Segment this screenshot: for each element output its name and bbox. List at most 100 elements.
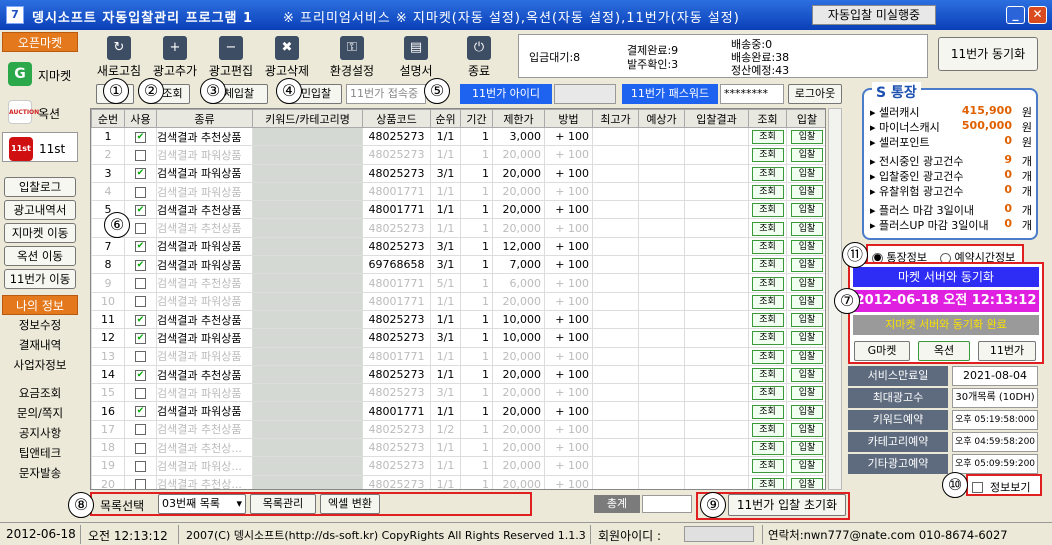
link-inquiry[interactable]: 문의/쪽지 <box>2 403 78 423</box>
row-query[interactable]: 조회 <box>748 291 787 311</box>
table-row[interactable]: 14 ✔ 검색결과 추천상품 48025273 1/1 1 20,000 + 100 조회 입찰 <box>91 364 825 385</box>
use-checkbox[interactable] <box>124 438 157 458</box>
table-row[interactable]: 8 ✔ 검색결과 파워상품 69768658 3/1 1 7,000 + 100 조회 입찰 <box>91 255 825 275</box>
title-bar[interactable]: 7 뎅시소프트 자동입찰관리 프로그램 1 ※ 프리미엄서비스 ※ 지마켓(자동… <box>0 0 1052 30</box>
settings-button[interactable]: ⚿ 환경설정 <box>323 34 381 80</box>
link-notice[interactable]: 공지사항 <box>2 423 78 443</box>
link-sms[interactable]: 문자발송 <box>2 463 78 483</box>
table-row[interactable]: 17 검색결과 추천상품 48025273 1/2 1 20,000 + 100 조회 입찰 <box>91 419 825 440</box>
row-query[interactable]: 조회 <box>748 474 787 489</box>
market-gmarket[interactable]: G 지마켓 <box>2 58 78 90</box>
row-query[interactable]: 조회 <box>748 163 787 183</box>
row-bid-button[interactable]: 입찰 <box>791 349 823 364</box>
checkbox-icon[interactable] <box>135 186 146 198</box>
list-select-dropdown[interactable]: 03번째 목록 ▾ <box>158 494 246 514</box>
row-query[interactable]: 조회 <box>748 401 787 421</box>
market-11st[interactable]: 11st 11st <box>2 132 78 162</box>
use-checkbox[interactable] <box>124 346 157 366</box>
link-edit-info[interactable]: 정보수정 <box>2 315 78 335</box>
column-header[interactable]: 최고가 <box>592 109 639 128</box>
row-query[interactable]: 조회 <box>748 346 787 366</box>
link-fee-query[interactable]: 요금조회 <box>2 383 78 403</box>
use-checkbox[interactable] <box>124 273 157 293</box>
row-bid-button[interactable]: 입찰 <box>791 130 823 145</box>
row-bid-button[interactable]: 입찰 <box>791 368 823 382</box>
checkbox-checked-icon[interactable]: ✔ <box>135 369 146 381</box>
row-query-button[interactable]: 조회 <box>751 130 784 145</box>
row-bid[interactable]: 입찰 <box>786 328 825 348</box>
use-checkbox[interactable]: ✔ <box>124 236 157 257</box>
row-bid-button[interactable]: 입찰 <box>791 294 823 309</box>
info-toggle[interactable]: 정보보기 <box>966 474 1042 496</box>
row-query[interactable]: 조회 <box>748 438 787 458</box>
table-row[interactable]: 1 ✔ 검색결과 추천상품 48025273 1/1 1 3,000 + 100 조회 입찰 <box>91 126 825 147</box>
row-bid-button[interactable]: 입찰 <box>791 221 823 236</box>
delete-ad-button[interactable]: ✖ 광고삭제 <box>258 34 316 80</box>
table-row[interactable]: 18 검색결과 추천상... 48025273 1/1 1 20,000 + 100 조회 입찰 <box>91 438 825 458</box>
row-bid-button[interactable]: 입찰 <box>791 422 823 437</box>
checkbox-checked-icon[interactable]: ✔ <box>135 406 146 418</box>
row-bid[interactable]: 입찰 <box>786 145 825 165</box>
row-bid[interactable]: 입찰 <box>786 438 825 458</box>
row-bid[interactable]: 입찰 <box>786 236 825 257</box>
row-bid[interactable]: 입찰 <box>786 181 825 202</box>
refresh-button[interactable]: ↻ 새로고침 <box>90 34 148 80</box>
row-query-button[interactable]: 조회 <box>751 185 784 200</box>
use-checkbox[interactable]: ✔ <box>124 126 157 147</box>
row-query-button[interactable]: 조회 <box>751 203 784 218</box>
row-query[interactable]: 조회 <box>748 456 787 476</box>
table-row[interactable]: 7 ✔ 검색결과 파워상품 48025273 3/1 1 12,000 + 100 조회 입찰 <box>91 236 825 257</box>
list-manage-button[interactable]: 목록관리 <box>250 494 316 514</box>
link-tips[interactable]: 팁앤테크 <box>2 443 78 463</box>
row-bid-button[interactable]: 입찰 <box>791 258 823 273</box>
row-query[interactable]: 조회 <box>748 328 787 348</box>
row-query-button[interactable]: 조회 <box>751 313 784 328</box>
row-query-button[interactable]: 조회 <box>751 148 784 163</box>
row-bid[interactable]: 입찰 <box>786 364 825 385</box>
row-bid[interactable]: 입찰 <box>786 401 825 421</box>
checkbox-icon[interactable] <box>135 442 146 454</box>
column-header[interactable]: 제한가 <box>492 109 545 128</box>
checkbox-icon[interactable] <box>135 387 146 399</box>
row-query-button[interactable]: 조회 <box>751 404 784 419</box>
table-row[interactable]: 13 검색결과 파워상품 48001771 1/1 1 20,000 + 100 조회 입찰 <box>91 346 825 366</box>
checkbox-checked-icon[interactable]: ✔ <box>135 259 146 271</box>
column-header[interactable]: 입찰결과 <box>684 109 749 128</box>
row-bid[interactable]: 입찰 <box>786 163 825 183</box>
checkbox-icon[interactable] <box>135 223 146 235</box>
column-header[interactable]: 순위 <box>430 109 461 128</box>
row-query[interactable]: 조회 <box>748 126 787 147</box>
row-bid-button[interactable]: 입찰 <box>791 166 823 181</box>
link-business-info[interactable]: 사업자정보 <box>2 355 78 375</box>
goto-gmarket-button[interactable]: 지마켓 이동 <box>4 223 76 243</box>
table-row[interactable]: 11 ✔ 검색결과 추천상품 48025273 1/1 1 10,000 + 100 조회 입찰 <box>91 309 825 330</box>
use-checkbox[interactable] <box>124 419 157 440</box>
checkbox-icon[interactable] <box>135 296 146 308</box>
use-checkbox[interactable] <box>124 474 157 489</box>
table-row[interactable]: 2 검색결과 파워상품 48025273 1/1 1 20,000 + 100 조회 입찰 <box>91 145 825 165</box>
row-query[interactable]: 조회 <box>748 364 787 385</box>
logout-button[interactable]: 로그아웃 <box>788 84 842 104</box>
row-bid[interactable]: 입찰 <box>786 419 825 440</box>
close-button[interactable]: ✕ <box>1028 6 1047 24</box>
row-bid[interactable]: 입찰 <box>786 200 825 220</box>
row-bid-button[interactable]: 입찰 <box>791 148 823 163</box>
id-input[interactable] <box>554 84 616 104</box>
column-header[interactable]: 사용 <box>124 109 157 128</box>
row-bid-button[interactable]: 입찰 <box>791 313 823 328</box>
column-header[interactable]: 예상가 <box>638 109 685 128</box>
row-query-button[interactable]: 조회 <box>751 459 784 474</box>
row-query[interactable]: 조회 <box>748 145 787 165</box>
row-bid-button[interactable]: 입찰 <box>791 459 823 474</box>
row-bid-button[interactable]: 입찰 <box>791 203 823 218</box>
checkbox-icon[interactable] <box>135 278 146 290</box>
column-header[interactable]: 상품코드 <box>362 109 431 128</box>
sync-11st-button[interactable]: 11번가 동기화 <box>938 37 1038 71</box>
row-query-button[interactable]: 조회 <box>751 239 784 254</box>
market-auction[interactable]: AUCTION 옥션 <box>2 96 78 128</box>
row-bid[interactable]: 입찰 <box>786 309 825 330</box>
use-checkbox[interactable]: ✔ <box>124 200 157 220</box>
table-row[interactable]: 16 ✔ 검색결과 파워상품 48001771 1/1 1 20,000 + 100 조회 입찰 <box>91 401 825 421</box>
bid-log-button[interactable]: 입찰로그 <box>4 177 76 197</box>
use-checkbox[interactable] <box>124 456 157 476</box>
